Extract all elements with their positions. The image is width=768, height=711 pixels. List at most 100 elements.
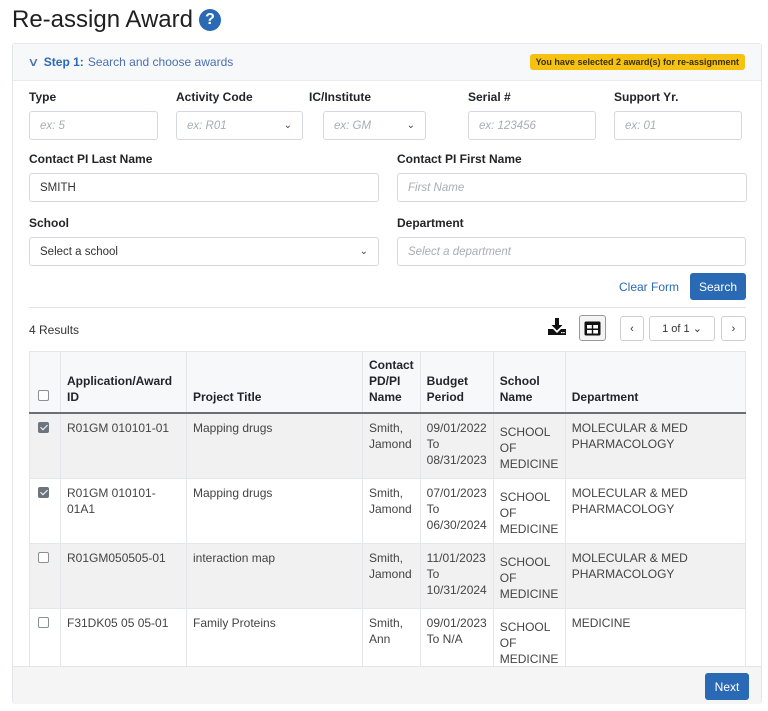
pi-first-name-placeholder: First Name (408, 181, 465, 194)
row-checkbox-cell (29, 478, 61, 544)
department-cell: MOLECULAR & MED PHARMACOLOGY (565, 478, 747, 544)
chevron-down-icon[interactable]: ∨ (27, 55, 39, 69)
pi-name-cell: Smith, Ann (362, 608, 421, 674)
row-checkbox[interactable] (38, 552, 49, 563)
department-cell: MEDICINE (565, 608, 747, 674)
school-selected: Select a school (40, 245, 118, 258)
select-all-checkbox[interactable] (38, 390, 49, 401)
budget-period-cell: 09/01/2022 To 08/31/2023 (420, 413, 494, 479)
department-label: Department (397, 216, 464, 230)
page-label: 1 of 1 (662, 322, 690, 335)
project-title-cell: Mapping drugs (186, 478, 363, 544)
question-circle-icon[interactable]: ? (198, 9, 221, 31)
next-button[interactable]: Next (705, 673, 749, 700)
pi-first-name-input[interactable]: First Name (397, 173, 747, 202)
row-checkbox[interactable] (38, 422, 49, 433)
support-yr-input[interactable]: ex: 01 (614, 111, 742, 140)
school-name-cell: SCHOOL OF MEDICINE (493, 608, 566, 674)
school-name: SCHOOL OF MEDICINE (499, 555, 559, 601)
budget-period-cell: 09/01/2023 To N/A (420, 608, 494, 674)
table-row[interactable]: R01GM050505-01 interaction map Smith, Jamo… (29, 543, 747, 609)
step-footer: Next (13, 666, 761, 704)
type-input[interactable]: ex: 5 (29, 111, 158, 140)
activity-code-select[interactable]: ex: R01 ⌄ (176, 111, 303, 140)
department-cell: MOLECULAR & MED PHARMACOLOGY (565, 413, 747, 479)
department-select[interactable]: Select a department (397, 237, 746, 266)
col-pi-name[interactable]: Contact PD/PI Name (362, 351, 421, 414)
page-title: Re-assign Award ? (12, 6, 221, 34)
school-select[interactable]: Select a school ⌄ (29, 237, 379, 266)
project-title: Family Proteins (193, 616, 276, 630)
pi-name: Smith, Jamond (369, 551, 412, 581)
table-row[interactable]: R01GM 010101-01 Mapping drugs Smith, Jamon… (29, 413, 747, 479)
search-button[interactable]: Search (690, 273, 746, 300)
prev-page-button[interactable]: ‹ (620, 316, 644, 341)
budget-start: 11/01/2023 (426, 551, 486, 565)
pi-last-name-label: Contact PI Last Name (29, 152, 153, 166)
project-title-cell: interaction map (186, 543, 363, 609)
selection-badge: You have selected 2 award(s) for re-assi… (529, 54, 745, 70)
support-yr-label: Support Yr. (614, 90, 679, 104)
col-school-name[interactable]: School Name (493, 351, 566, 414)
serial-placeholder: ex: 123456 (479, 119, 536, 132)
support-yr-placeholder: ex: 01 (625, 119, 657, 132)
row-checkbox-cell (29, 543, 61, 609)
page-title-text: Re-assign Award (12, 6, 193, 33)
table-row[interactable]: R01GM 010101-01A1 Mapping drugs Smith, Jam… (29, 478, 747, 544)
budget-end: 08/31/2023 (426, 453, 487, 467)
step-header[interactable]: ∨ Step 1: Search and choose awards You h… (13, 44, 761, 81)
col-budget-period[interactable]: Budget Period (420, 351, 494, 414)
pi-first-name-label: Contact PI First Name (397, 152, 522, 166)
row-checkbox[interactable] (38, 617, 49, 628)
page-select[interactable]: 1 of 1 ⌄ (649, 316, 715, 341)
ic-institute-placeholder: ex: GM (334, 119, 372, 132)
pi-name: Smith, Jamond (369, 421, 412, 451)
col-department[interactable]: Department (565, 351, 747, 414)
row-checkbox-cell (29, 608, 61, 674)
budget-start: 07/01/2023 (426, 486, 487, 500)
col-award-id[interactable]: Application/Award ID (60, 351, 187, 414)
serial-input[interactable]: ex: 123456 (468, 111, 596, 140)
school-name: SCHOOL OF MEDICINE (499, 490, 559, 536)
ic-institute-select[interactable]: ex: GM ⌄ (323, 111, 426, 140)
serial-label: Serial # (468, 90, 511, 104)
school-name-cell: SCHOOL OF MEDICINE (493, 543, 566, 609)
row-checkbox[interactable] (38, 487, 49, 498)
table-row[interactable]: F31DK05 05 05-01 Family Proteins Smith, An… (29, 608, 747, 674)
table-header-row: Application/Award ID Project Title Conta… (29, 351, 747, 414)
department: MEDICINE (571, 616, 631, 630)
download-icon[interactable] (547, 317, 567, 337)
project-title-cell: Family Proteins (186, 608, 363, 674)
school-name-cell: SCHOOL OF MEDICINE (493, 413, 566, 479)
table-view-icon (584, 321, 601, 335)
table-view-button[interactable] (579, 315, 606, 341)
budget-start: 09/01/2022 (426, 421, 487, 435)
chevron-down-icon: ⌄ (283, 120, 292, 131)
award-id-cell: R01GM 010101-01 (60, 413, 187, 479)
step-description: Search and choose awards (87, 55, 234, 69)
school-name: SCHOOL OF MEDICINE (499, 425, 559, 471)
col-project-title[interactable]: Project Title (186, 351, 363, 414)
project-title: interaction map (193, 551, 276, 565)
award-id: R01GM050505-01 (67, 551, 166, 565)
department: MOLECULAR & MED PHARMACOLOGY (571, 551, 688, 581)
school-name: SCHOOL OF MEDICINE (499, 620, 559, 666)
clear-form-link[interactable]: Clear Form (619, 280, 679, 294)
activity-code-placeholder: ex: R01 (187, 119, 227, 132)
pi-last-name-input[interactable]: SMITH (29, 173, 379, 202)
step-label: Step 1: (43, 55, 84, 69)
department-placeholder: Select a department (408, 245, 511, 258)
chevron-down-icon: ⌄ (406, 120, 415, 131)
next-page-button[interactable]: › (721, 316, 746, 341)
department-cell: MOLECULAR & MED PHARMACOLOGY (565, 543, 747, 609)
chevron-down-icon: ⌄ (692, 323, 702, 335)
project-title-cell: Mapping drugs (186, 413, 363, 479)
pi-last-name-value: SMITH (40, 181, 76, 194)
activity-code-label: Activity Code (176, 90, 253, 104)
divider (29, 307, 746, 308)
department: MOLECULAR & MED PHARMACOLOGY (571, 486, 688, 516)
pi-name: Smith, Jamond (369, 486, 412, 516)
award-id-cell: F31DK05 05 05-01 (60, 608, 187, 674)
pi-name: Smith, Ann (369, 616, 404, 646)
budget-end: 10/31/2024 (426, 583, 487, 597)
